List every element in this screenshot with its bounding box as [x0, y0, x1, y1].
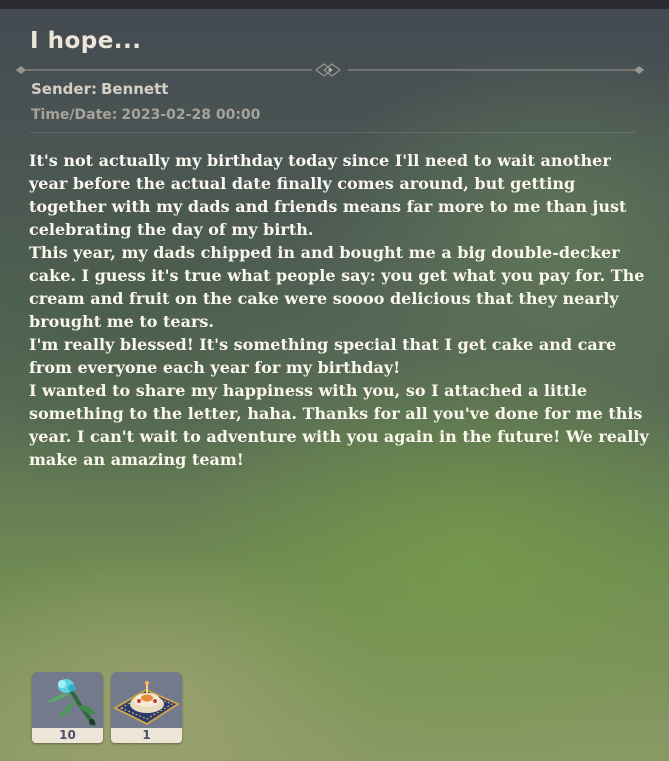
attachment-item[interactable]: 1	[111, 672, 182, 743]
body-paragraph: I'm really blessed! It's something speci…	[29, 335, 617, 377]
attachment-item[interactable]: 10	[32, 672, 103, 743]
sender-line: Sender: Bennett	[31, 80, 168, 98]
attachment-count: 1	[111, 728, 182, 743]
flower-bouquet-icon	[32, 672, 103, 728]
attachment-count: 10	[32, 728, 103, 743]
ornament-divider	[16, 63, 644, 77]
body-paragraph: This year, my dads chipped in and bought…	[29, 243, 645, 331]
mail-body: It's not actually my birthday today sinc…	[29, 149, 649, 471]
body-paragraph: It's not actually my birthday today sinc…	[29, 151, 627, 239]
sender-name: Bennett	[100, 80, 169, 98]
mail-title: I hope...	[30, 28, 142, 54]
attachment-list: 10 1	[32, 672, 182, 743]
timestamp-line: Time/Date: 2023-02-28 00:00	[31, 107, 260, 123]
header-separator	[30, 132, 636, 133]
sender-label: Sender:	[31, 80, 97, 98]
top-bar	[0, 0, 669, 9]
body-paragraph: I wanted to share my happiness with you,…	[29, 381, 649, 469]
cake-dish-icon	[111, 672, 182, 728]
time-value: 2023-02-28 00:00	[121, 107, 261, 123]
time-label: Time/Date:	[31, 107, 118, 123]
